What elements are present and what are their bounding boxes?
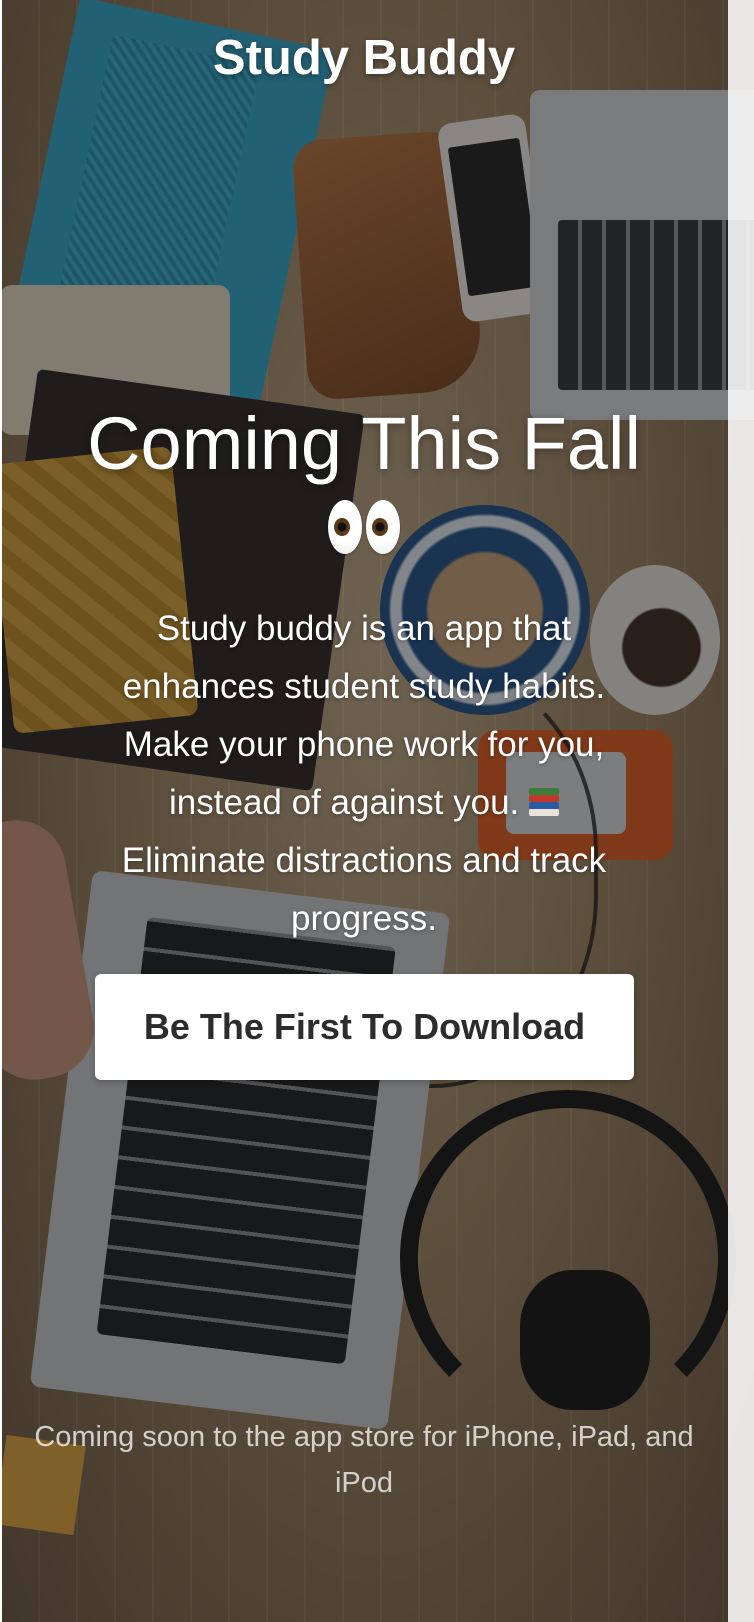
description-text-part2: Eliminate distractions and track progres… [121, 841, 607, 938]
eyes-icon [0, 492, 728, 570]
books-icon [528, 786, 559, 816]
hero-content: Study Buddy Coming This Fall Study buddy… [0, 0, 728, 1622]
right-eye-icon [366, 500, 400, 554]
scrollbar-track[interactable] [728, 0, 754, 1622]
download-button[interactable]: Be The First To Download [95, 974, 634, 1080]
hero-headline: Coming This Fall [87, 402, 641, 485]
availability-note: Coming soon to the app store for iPhone,… [34, 1421, 694, 1499]
left-eye-icon [328, 500, 362, 554]
brand-title: Study Buddy [212, 31, 516, 85]
landing-page: Study Buddy Coming This Fall Study buddy… [0, 0, 754, 1622]
hero-description: Study buddy is an app that enhances stud… [96, 600, 632, 948]
